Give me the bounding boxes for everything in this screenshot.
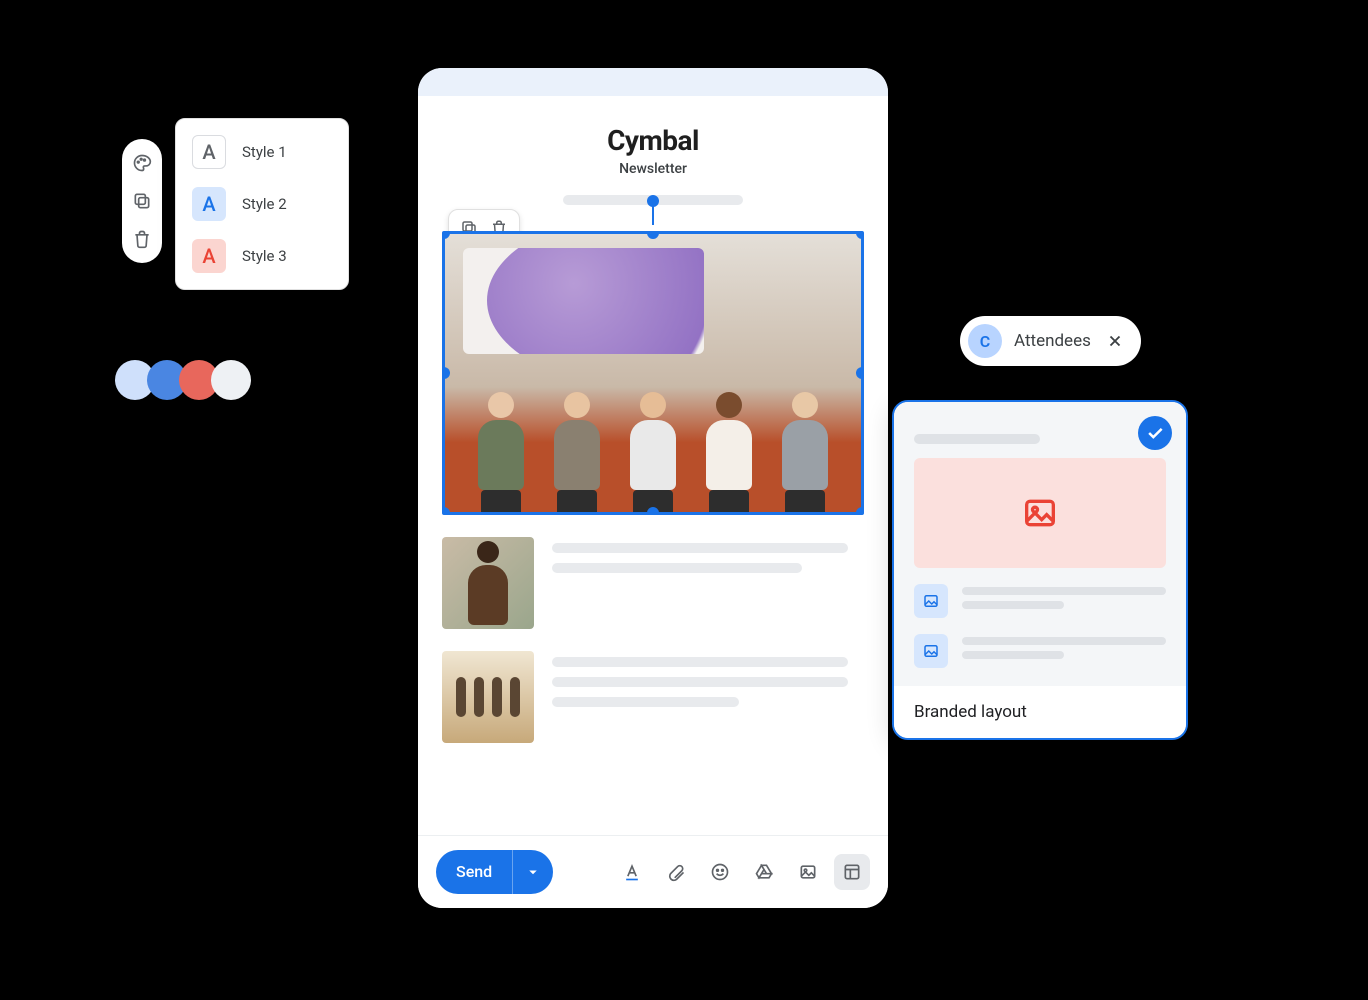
attachment-icon[interactable] (658, 854, 694, 890)
image-icon (914, 634, 948, 668)
style-swatch: A (192, 239, 226, 273)
chip-label: Attendees (1014, 331, 1091, 351)
layout-option-card[interactable]: Branded layout (892, 400, 1188, 740)
close-icon[interactable] (1103, 329, 1127, 353)
style-mini-toolbar (122, 139, 162, 263)
style-option-3[interactable]: A Style 3 (188, 237, 336, 275)
hero-image[interactable] (442, 231, 864, 515)
style-swatch: A (192, 187, 226, 221)
style-swatch: A (192, 135, 226, 169)
text-format-icon[interactable] (614, 854, 650, 890)
emoji-icon[interactable] (702, 854, 738, 890)
resize-handle[interactable] (856, 367, 864, 379)
resize-handle[interactable] (647, 507, 659, 515)
layout-row-placeholder (914, 584, 1166, 618)
style-option-1[interactable]: A Style 1 (188, 133, 336, 171)
style-panel: A Style 1 A Style 2 A Style 3 (175, 118, 349, 290)
drive-icon[interactable] (746, 854, 782, 890)
style-label: Style 3 (242, 247, 287, 265)
placeholder-text (552, 537, 864, 629)
trash-icon[interactable] (126, 223, 158, 255)
rotation-handle[interactable] (647, 195, 659, 207)
hero-photo-illustration (445, 234, 861, 512)
duplicate-icon[interactable] (126, 185, 158, 217)
recipient-chip[interactable]: C Attendees (960, 316, 1141, 366)
content-row[interactable] (442, 651, 864, 743)
content-row[interactable] (442, 537, 864, 629)
palette-color[interactable] (211, 360, 251, 400)
send-button-label: Send (436, 850, 512, 894)
thumbnail-image (442, 651, 534, 743)
style-option-2[interactable]: A Style 2 (188, 185, 336, 223)
placeholder-text (552, 651, 864, 743)
palette-icon[interactable] (126, 147, 158, 179)
layouts-icon[interactable] (834, 854, 870, 890)
selected-image-block[interactable] (442, 231, 864, 515)
insert-image-icon[interactable] (790, 854, 826, 890)
editor-chrome (418, 68, 888, 96)
layout-row-placeholder (914, 634, 1166, 668)
thumbnail-image (442, 537, 534, 629)
layout-hero-placeholder (914, 458, 1166, 568)
image-icon (914, 584, 948, 618)
avatar: C (968, 324, 1002, 358)
newsletter-editor: Cymbal Newsletter (418, 68, 888, 908)
resize-handle[interactable] (856, 507, 864, 515)
style-label: Style 2 (242, 195, 287, 213)
send-button[interactable]: Send (436, 850, 553, 894)
send-options-dropdown[interactable] (513, 850, 553, 894)
compose-toolbar: Send (418, 835, 888, 908)
placeholder-line (914, 434, 1040, 444)
style-label: Style 1 (242, 143, 287, 161)
selected-check-icon (1138, 416, 1172, 450)
brand-title: Cymbal (442, 124, 864, 157)
brand-subtitle: Newsletter (442, 161, 864, 177)
color-palette (115, 360, 243, 400)
layout-card-title: Branded layout (894, 686, 1186, 738)
